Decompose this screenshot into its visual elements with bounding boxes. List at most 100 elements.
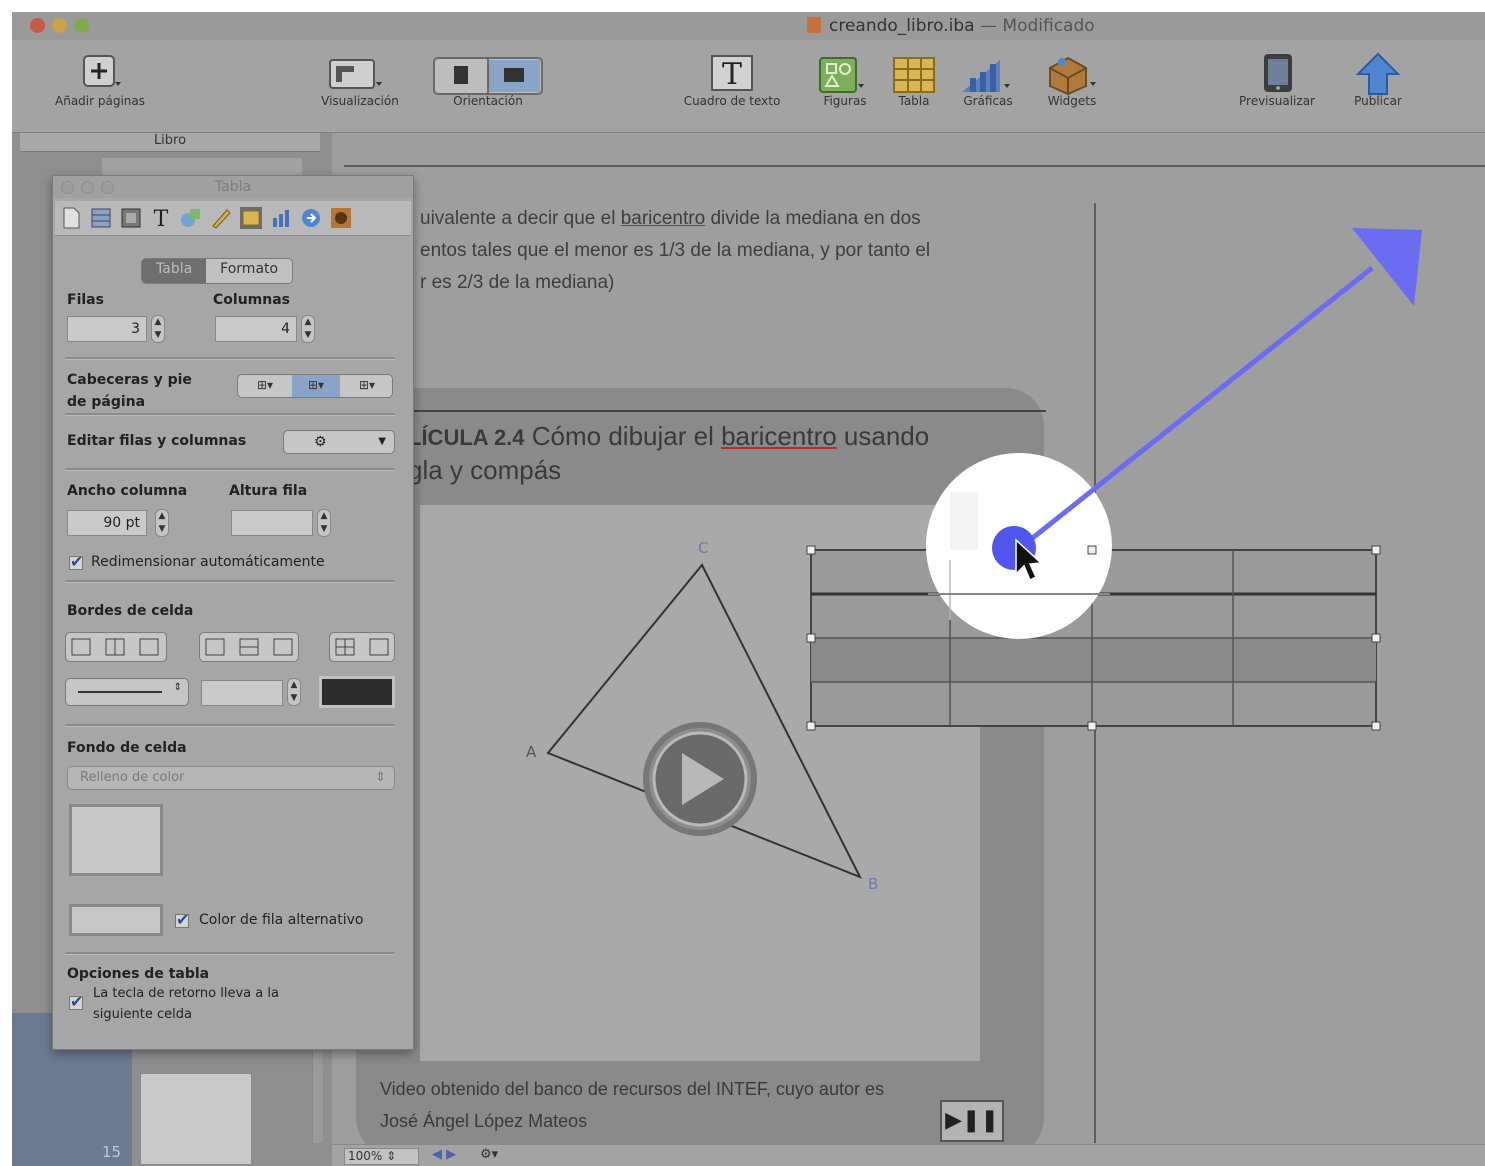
paragraph-line-3: r es 2/3 de la mediana) (420, 272, 615, 293)
alternate-row-checkbox[interactable] (175, 910, 189, 929)
header-rows-button[interactable]: ⊞▾ (242, 375, 288, 397)
row-height-field[interactable] (231, 510, 313, 536)
tablet-icon (1264, 54, 1292, 92)
term-baricentro: baricentro (620, 208, 706, 229)
movie-widget[interactable]: LÍCULA 2.4 Cómo dibujar el baricentro us… (356, 388, 1046, 1156)
column-width-field[interactable]: 90 pt (67, 510, 147, 536)
paragraph-line-1: uivalente a decir que el baricentro divi… (420, 208, 921, 229)
preview-button[interactable]: Previsualizar (1222, 48, 1332, 118)
video-frame[interactable]: A C B ▶❚❚ (420, 505, 1004, 1142)
metrics-inspector-icon[interactable] (209, 206, 233, 230)
window-title: creando_libro.iba — Modificado (807, 16, 1095, 36)
play-pause-button[interactable]: ▶❚❚ (940, 1100, 1004, 1142)
seg-tabla[interactable]: Tabla (142, 259, 207, 283)
publish-button[interactable]: Publicar (1338, 48, 1418, 118)
separator (65, 468, 395, 471)
text-inspector-icon[interactable]: T (149, 206, 173, 230)
add-pages-icon (83, 55, 121, 87)
border-width-stepper[interactable]: ▲ ▼ (287, 678, 301, 706)
zoom-select[interactable]: 100% ⇕ (344, 1148, 419, 1165)
return-key-label-line2: siguiente celda (93, 1007, 192, 1022)
headers-footers-control[interactable]: ⊞▾ ⊞▾ ⊞▾ (237, 374, 393, 398)
charts-label: Gráficas (963, 94, 1013, 108)
columns-field[interactable]: 4 (215, 316, 297, 342)
page-thumbnail[interactable] (140, 1073, 252, 1165)
widgets-label: Widgets (1047, 94, 1097, 108)
border-width-field[interactable] (201, 680, 283, 706)
fill-color-well[interactable] (69, 804, 163, 876)
fill-type-select[interactable]: Relleno de color ⇕ (67, 766, 395, 790)
shapes-button[interactable]: Figuras (810, 48, 880, 118)
gear-icon[interactable]: ⚙▾ (480, 1147, 498, 1162)
seg-formato[interactable]: Formato (206, 259, 293, 283)
separator (65, 357, 395, 360)
chevron-down-icon: ▼ (378, 436, 386, 447)
table-button[interactable]: Tabla (884, 48, 944, 118)
text-box-button[interactable]: T Cuadro de texto (662, 48, 802, 118)
separator (65, 952, 395, 955)
chart-inspector-icon[interactable] (269, 206, 293, 230)
border-color-well[interactable] (319, 676, 395, 708)
title-bar: creando_libro.iba — Modificado (12, 12, 1485, 40)
vertical-borders-buttons[interactable] (65, 632, 167, 662)
edit-rows-columns-menu[interactable]: ⚙ ▼ (283, 430, 395, 454)
toolbar: Añadir páginas Visualización Orientación (12, 40, 1485, 133)
page-nav-arrows[interactable]: ◀ ▶ (432, 1147, 456, 1162)
page-canvas[interactable]: uivalente a decir que el baricentro divi… (332, 133, 1485, 1156)
widget-title-rule (396, 410, 1046, 412)
horizontal-borders-buttons[interactable] (199, 632, 299, 662)
rows-field[interactable]: 3 (67, 316, 147, 342)
cell-background-label: Fondo de celda (67, 740, 187, 756)
row-height-label: Altura fila (229, 483, 308, 499)
table-inspector-icon[interactable] (239, 206, 263, 230)
graphic-inspector-icon[interactable] (179, 206, 203, 230)
svg-text:T: T (154, 207, 169, 230)
alternate-row-color-well[interactable] (69, 904, 163, 936)
orientation-icon (433, 57, 543, 95)
table-inspector: Tabla T Tabla Formato Filas Columnas 3 ▲… (52, 175, 414, 1050)
charts-button[interactable]: Gráficas (950, 48, 1026, 118)
add-pages-button[interactable]: Añadir páginas (40, 48, 160, 118)
all-borders-buttons[interactable] (329, 632, 395, 662)
widget-title-line2: gla y compás (408, 455, 562, 485)
rows-stepper[interactable]: ▲ ▼ (151, 315, 165, 343)
autosize-checkbox[interactable] (69, 552, 83, 571)
status-bar: 100% ⇕ ◀ ▶ ⚙▾ (332, 1144, 1485, 1166)
border-top-icon (205, 638, 293, 656)
column-width-stepper[interactable]: ▲ ▼ (155, 509, 169, 537)
close-window-button[interactable] (30, 18, 45, 33)
widgets-icon (1049, 56, 1096, 96)
document-icon (807, 17, 821, 33)
page-number: 15 (102, 1143, 122, 1161)
charts-icon (962, 60, 1010, 92)
view-button[interactable]: Visualización (300, 48, 420, 118)
row-height-stepper[interactable]: ▲ ▼ (317, 509, 331, 537)
widget-inspector-icon[interactable] (119, 206, 143, 230)
separator (65, 413, 395, 416)
separator (65, 724, 395, 727)
page-top-rule (344, 165, 1485, 167)
widgets-button[interactable]: Widgets (1032, 48, 1112, 118)
zoom-window-button[interactable] (74, 18, 89, 33)
document-inspector-icon[interactable] (59, 206, 83, 230)
columns-stepper[interactable]: ▲ ▼ (301, 315, 315, 343)
footer-rows-button[interactable]: ⊞▾ (344, 375, 390, 397)
return-key-checkbox[interactable] (69, 992, 83, 1011)
header-columns-button[interactable]: ⊞▾ (292, 375, 340, 397)
hyperlink-inspector-icon[interactable] (299, 206, 323, 230)
alignment-guide (1094, 203, 1096, 1143)
columns-label: Columnas (213, 292, 290, 308)
vertex-label-a: A (526, 743, 537, 761)
quicktime-inspector-icon[interactable] (329, 206, 353, 230)
orientation-control[interactable]: Orientación (428, 48, 548, 118)
minimize-window-button[interactable] (52, 18, 67, 33)
document-status: Modificado (1002, 16, 1095, 36)
app-window: creando_libro.iba — Modificado Añadir pá… (12, 12, 1485, 1166)
triangle-diagram: A C B (526, 539, 878, 893)
table-options-label: Opciones de tabla (67, 966, 210, 982)
body-paragraph: uivalente a decir que el baricentro divi… (420, 203, 1020, 299)
view-icon (329, 59, 382, 89)
shapes-label: Figuras (823, 94, 867, 108)
layout-inspector-icon[interactable] (89, 206, 113, 230)
border-style-select[interactable]: ⇕ (65, 678, 189, 706)
